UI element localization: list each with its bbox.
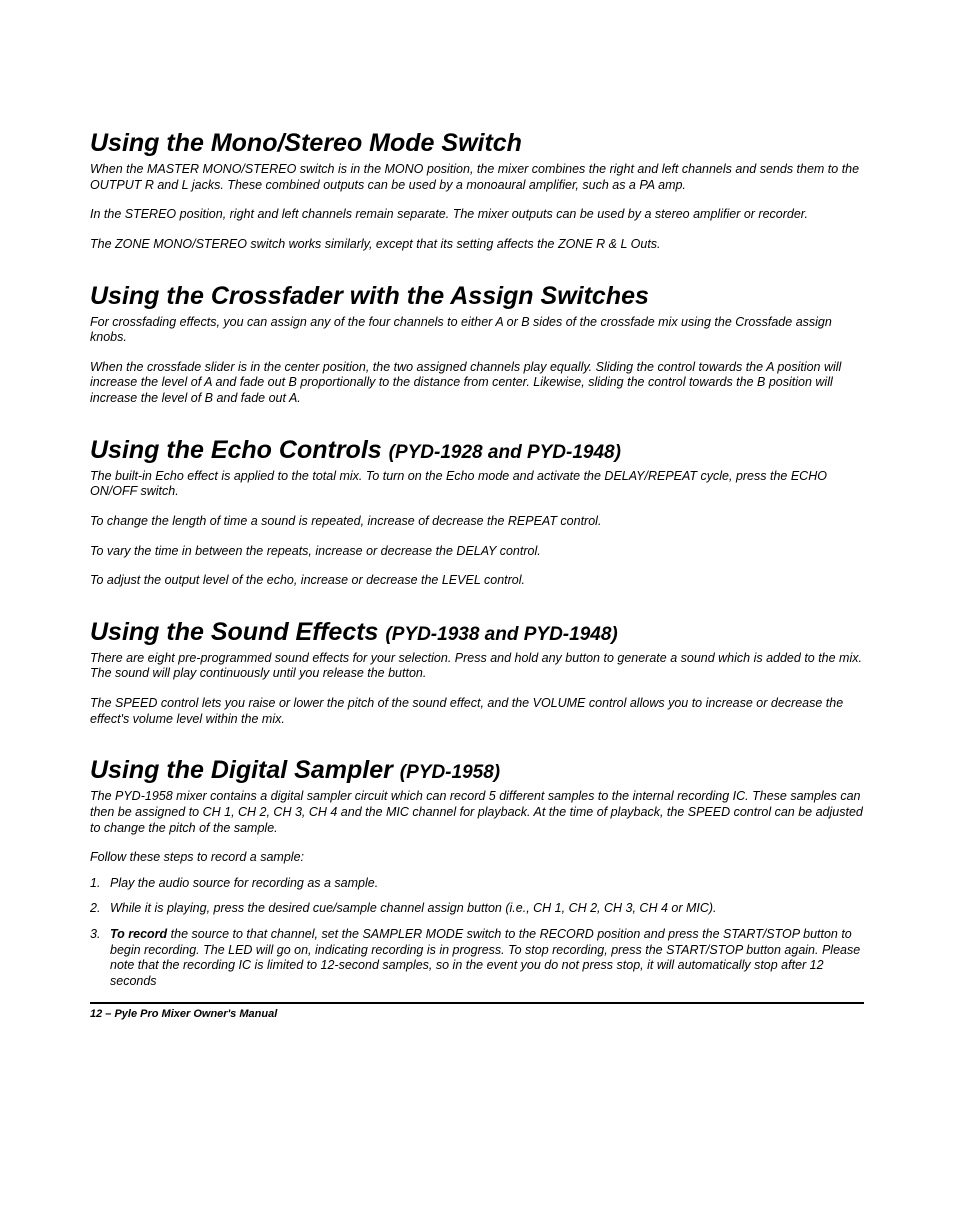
heading-text: Using the Digital Sampler bbox=[90, 756, 400, 784]
step-bold: To record bbox=[110, 927, 167, 941]
para: To vary the time in between the repeats,… bbox=[90, 544, 864, 560]
para: For crossfading effects, you can assign … bbox=[90, 315, 864, 346]
para: The built-in Echo effect is applied to t… bbox=[90, 469, 864, 500]
step-number: 2. bbox=[90, 901, 110, 917]
heading-text: Using the Echo Controls bbox=[90, 436, 389, 464]
page-footer: 12 – Pyle Pro Mixer Owner's Manual bbox=[90, 1008, 864, 1020]
para: When the MASTER MONO/STEREO switch is in… bbox=[90, 162, 864, 193]
step-text: the source to that channel, set the SAMP… bbox=[110, 927, 860, 988]
heading-sub: (PYD-1958) bbox=[400, 762, 500, 783]
para: The SPEED control lets you raise or lowe… bbox=[90, 696, 864, 727]
para: To adjust the output level of the echo, … bbox=[90, 573, 864, 589]
para: There are eight pre-programmed sound eff… bbox=[90, 651, 864, 682]
heading-text: Using the Crossfader with the Assign Swi… bbox=[90, 282, 649, 310]
heading-sampler: Using the Digital Sampler (PYD-1958) bbox=[90, 755, 864, 785]
step-1: 1.Play the audio source for recording as… bbox=[90, 876, 864, 892]
para: When the crossfade slider is in the cent… bbox=[90, 360, 864, 407]
step-number: 1. bbox=[90, 876, 110, 892]
step-3: 3.To record the source to that channel, … bbox=[90, 927, 864, 990]
heading-sound-effects: Using the Sound Effects (PYD-1938 and PY… bbox=[90, 617, 864, 647]
heading-echo: Using the Echo Controls (PYD-1928 and PY… bbox=[90, 435, 864, 465]
heading-mono-stereo: Using the Mono/Stereo Mode Switch bbox=[90, 128, 864, 158]
heading-crossfader: Using the Crossfader with the Assign Swi… bbox=[90, 281, 864, 311]
para: The PYD-1958 mixer contains a digital sa… bbox=[90, 789, 864, 836]
para: Follow these steps to record a sample: bbox=[90, 850, 864, 866]
heading-text: Using the Sound Effects bbox=[90, 618, 385, 646]
divider bbox=[90, 1002, 864, 1004]
para: To change the length of time a sound is … bbox=[90, 514, 864, 530]
step-text: While it is playing, press the desired c… bbox=[110, 901, 717, 915]
heading-sub: (PYD-1938 and PYD-1948) bbox=[385, 624, 617, 645]
para: In the STEREO position, right and left c… bbox=[90, 207, 864, 223]
heading-text: Using the Mono/Stereo Mode Switch bbox=[90, 129, 522, 157]
para: The ZONE MONO/STEREO switch works simila… bbox=[90, 237, 864, 253]
step-2: 2.While it is playing, press the desired… bbox=[90, 901, 864, 917]
step-text: Play the audio source for recording as a… bbox=[110, 876, 378, 890]
heading-sub: (PYD-1928 and PYD-1948) bbox=[389, 442, 621, 463]
step-number: 3. bbox=[90, 927, 110, 943]
